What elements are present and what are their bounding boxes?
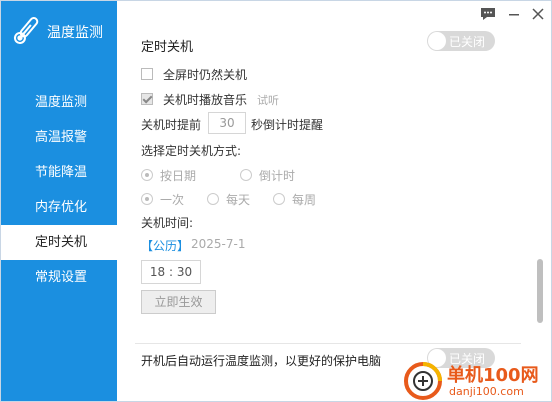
sidebar-item-temperature[interactable]: 温度监测 [1,85,117,120]
shutdown-toggle[interactable]: 已关闭 [427,31,495,51]
music-checkbox[interactable] [141,93,153,105]
remind-prefix-label: 关机时提前 [141,118,202,132]
freq-once-radio[interactable] [141,193,153,205]
sidebar-item-scheduled-shutdown[interactable]: 定时关机 [1,225,117,260]
date-value[interactable]: 2025-7-1 [191,237,245,251]
minute-value[interactable]: 30 [177,265,192,279]
watermark: 单机100网 danji100.com [403,359,551,401]
freq-weekly-radio[interactable] [273,193,285,205]
content-panel: 定时关机 已关闭 全屏时仍然关机 关机时播放音乐 试听 关机时提前 30 秒倒计… [117,1,551,401]
freq-daily-label: 每天 [226,193,251,207]
apply-now-button[interactable]: 立即生效 [141,290,216,314]
freq-once-label: 一次 [160,193,185,207]
fullscreen-label: 全屏时仍然关机 [163,68,248,82]
sidebar-item-memory-optimize[interactable]: 内存优化 [1,190,117,225]
app-logo: 温度监测 [11,13,115,49]
app-window: 温度监测 温度监测 高温报警 节能降温 内存优化 定时关机 常规设置 定时关机 … [0,0,552,402]
mode-countdown-radio[interactable] [240,169,252,181]
divider [135,343,521,344]
remind-seconds-input[interactable]: 30 [208,112,246,134]
sidebar-nav: 温度监测 高温报警 节能降温 内存优化 定时关机 常规设置 [1,85,117,295]
sidebar-item-general-settings[interactable]: 常规设置 [1,260,117,295]
mode-countdown-label: 倒计时 [259,169,296,183]
section-title: 定时关机 [141,40,194,55]
watermark-url: danji100.com [449,385,524,398]
freq-daily-radio[interactable] [207,193,219,205]
thermometer-icon [13,17,39,44]
autostart-label: 开机后自动运行温度监测，以更好的保护电脑 [141,354,382,368]
app-title: 温度监测 [47,25,103,41]
watermark-logo-icon [404,362,442,400]
listen-link[interactable]: 试听 [257,92,279,108]
time-title: 关机时间: [141,216,194,230]
watermark-brand: 单机100网 [447,365,539,386]
freq-weekly-label: 每周 [292,193,317,207]
fullscreen-checkbox[interactable] [141,68,153,80]
sidebar-item-energy-saving[interactable]: 节能降温 [1,155,117,190]
time-colon: : [168,265,174,279]
toggle-knob [428,32,446,50]
mode-date-label: 按日期 [160,169,197,183]
sidebar-item-high-temp-alarm[interactable]: 高温报警 [1,120,117,155]
time-input[interactable]: 18 : 30 [141,260,201,284]
mode-date-radio[interactable] [141,169,153,181]
music-label: 关机时播放音乐 [163,93,248,107]
scrollbar-thumb[interactable] [537,259,543,323]
hour-value[interactable]: 18 [150,265,165,279]
toggle-label: 已关闭 [449,35,486,49]
sidebar: 温度监测 温度监测 高温报警 节能降温 内存优化 定时关机 常规设置 [1,1,117,401]
remind-suffix-label: 秒倒计时提醒 [251,118,324,132]
calendar-tag[interactable]: 【公历】 [141,237,189,254]
mode-title: 选择定时关机方式: [141,144,242,158]
